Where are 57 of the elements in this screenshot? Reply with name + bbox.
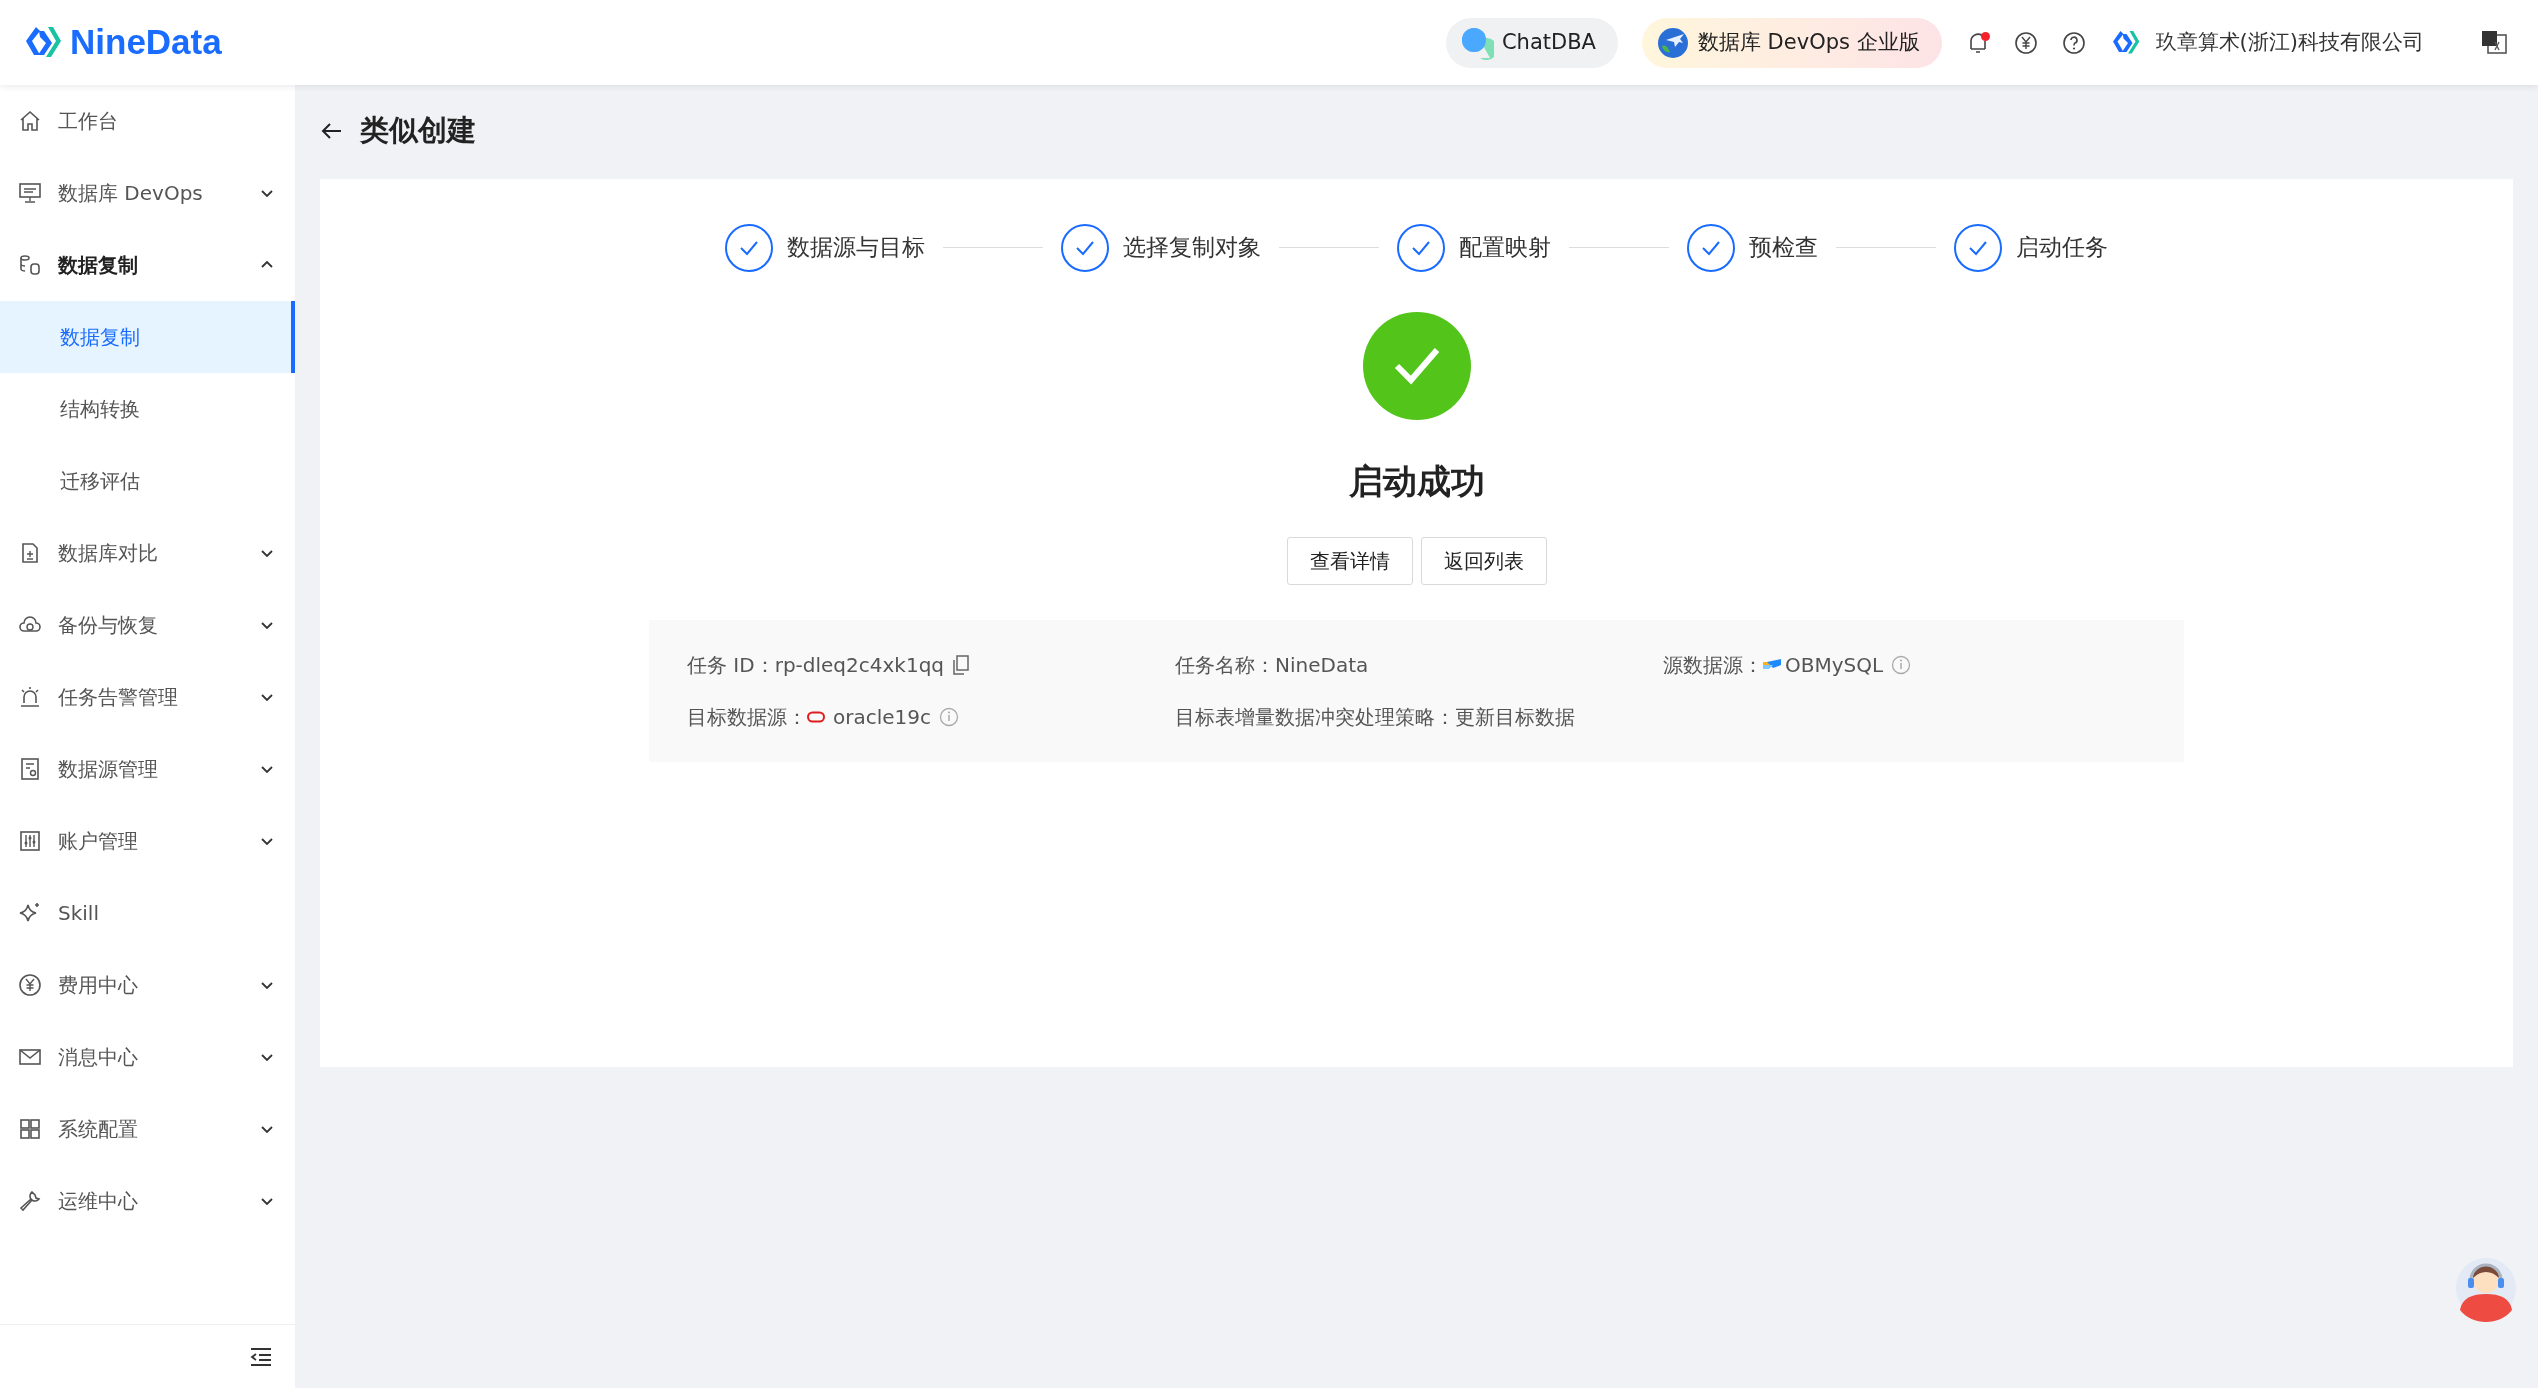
field-value: 更新目标数据 — [1455, 703, 1575, 731]
sidebar-item[interactable]: 费用中心 — [0, 949, 295, 1021]
step-label: 选择复制对象 — [1123, 233, 1261, 263]
logo-text: NineData — [70, 21, 222, 64]
database-logo-icon — [1763, 658, 1781, 671]
chat-bubble-icon — [1459, 25, 1494, 60]
company-name[interactable]: 玖章算术(浙江)科技有限公司 — [2155, 26, 2424, 59]
oracle-logo-icon — [807, 710, 825, 723]
field-value: NineData — [1275, 651, 1369, 679]
chat-button[interactable]: ChatDBA — [1445, 17, 1618, 68]
field-label: 源数据源： — [1663, 651, 1763, 679]
monitor-icon — [18, 181, 42, 205]
field-value: oracle19c — [833, 703, 932, 731]
wrench-icon — [18, 1189, 42, 1213]
sidebar-item[interactable]: 数据库 DevOps — [0, 157, 295, 229]
sidebar-item[interactable]: 数据库对比 — [0, 517, 295, 589]
sidebar-item[interactable]: 数据源管理 — [0, 733, 295, 805]
sidebar-subitem[interactable]: 结构转换 — [0, 373, 295, 445]
edition-badge[interactable]: 数据库 DevOps 企业版 — [1641, 17, 1942, 68]
copy-icon[interactable] — [952, 654, 971, 675]
field-value: rp-dleq2c4xk1qq — [774, 651, 945, 679]
sidebar-subitem[interactable]: 数据复制 — [0, 301, 295, 373]
translate-icon[interactable] — [2480, 28, 2508, 57]
home-icon — [18, 109, 42, 133]
step-label: 启动任务 — [2016, 233, 2108, 263]
sidebar-item[interactable]: 系统配置 — [0, 1093, 295, 1165]
sidebar-item[interactable]: 任务告警管理 — [0, 661, 295, 733]
yen-icon[interactable] — [2013, 30, 2038, 55]
sidebar-item[interactable]: 运维中心 — [0, 1165, 295, 1237]
sidebar-item[interactable]: 工作台 — [0, 85, 295, 157]
server-icon — [18, 757, 42, 781]
step-label: 数据源与目标 — [787, 233, 925, 263]
action-button[interactable]: 返回列表 — [1420, 536, 1547, 585]
field-label: 任务 ID： — [687, 651, 775, 679]
step-label: 配置映射 — [1459, 233, 1551, 263]
globe-icon — [1655, 25, 1690, 60]
collapse-menu-icon[interactable] — [249, 1346, 273, 1367]
sidebar-item[interactable]: 账户管理 — [0, 805, 295, 877]
sidebar-item[interactable]: 消息中心 — [0, 1021, 295, 1093]
field-label: 任务名称： — [1175, 651, 1275, 679]
sidebar-item[interactable]: 数据复制 — [0, 229, 295, 301]
database-icon — [18, 253, 42, 277]
yen-icon — [18, 973, 42, 997]
action-button[interactable]: 查看详情 — [1286, 536, 1413, 585]
sidebar-subitem[interactable]: 迁移评估 — [0, 445, 295, 517]
field-value: OBMySQL — [1785, 651, 1884, 679]
result-title: 启动成功 — [1348, 459, 1485, 503]
sidebar-item[interactable]: 备份与恢复 — [0, 589, 295, 661]
alarm-icon — [18, 685, 42, 709]
help-icon[interactable] — [2061, 30, 2086, 55]
sidebar-item[interactable]: Skill — [0, 877, 295, 949]
step-label: 预检查 — [1749, 233, 1818, 263]
field-label: 目标表增量数据冲突处理策略： — [1175, 703, 1455, 731]
sliders-icon — [18, 829, 42, 853]
field-label: 目标数据源： — [687, 703, 807, 731]
page-title: 类似创建 — [360, 112, 476, 149]
grid-icon — [18, 1117, 42, 1141]
